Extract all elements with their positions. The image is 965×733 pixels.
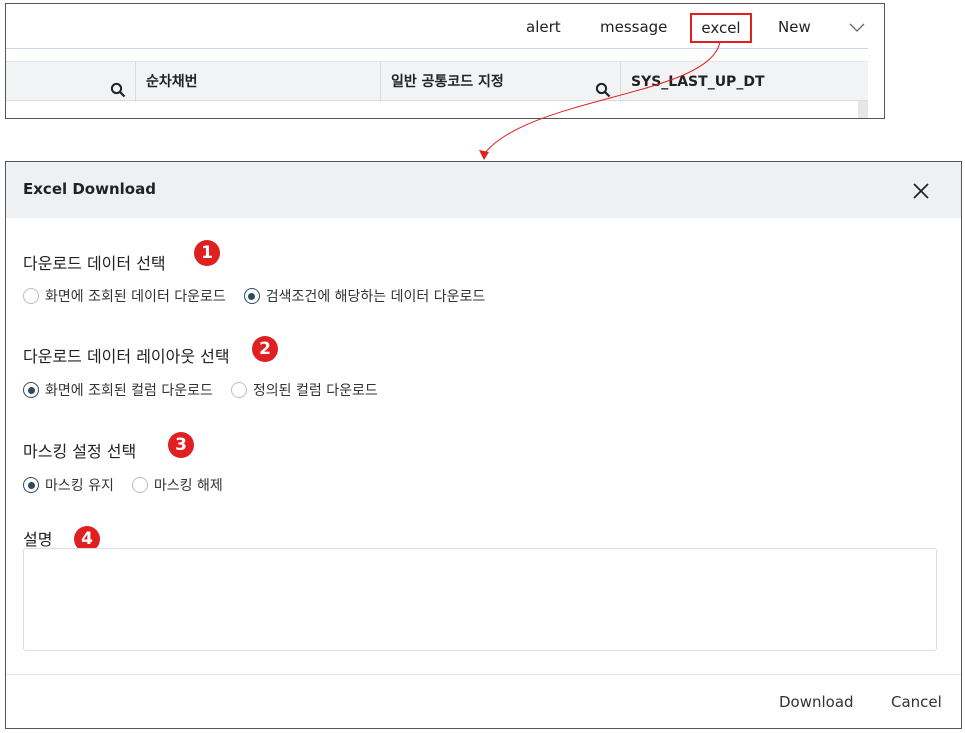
- download-button[interactable]: Download: [779, 693, 854, 711]
- radio-circle[interactable]: [23, 382, 39, 398]
- grid-header-cell[interactable]: [6, 62, 136, 102]
- radio-circle[interactable]: [23, 288, 39, 304]
- radio-circle[interactable]: [230, 382, 247, 398]
- masking-section-title: 마스킹 설정 선택: [23, 442, 137, 461]
- description-section-title: 설명: [23, 530, 53, 549]
- radio-screen-columns[interactable]: 화면에 조회된 컬럼 다운로드: [23, 380, 213, 400]
- new-button[interactable]: New: [778, 18, 811, 36]
- radio-circle[interactable]: [131, 477, 148, 493]
- radio-label: 화면에 조회된 컬럼 다운로드: [45, 383, 213, 399]
- grid-snippet: alert message excel New 순차채번 일반 공통코드 지정 …: [5, 3, 885, 119]
- toolbar-divider: [6, 48, 868, 49]
- dialog-title: Excel Download: [23, 180, 156, 198]
- radio-label: 검색조건에 해당하는 데이터 다운로드: [265, 289, 486, 305]
- cancel-button[interactable]: Cancel: [891, 693, 942, 711]
- step-badge: 2: [252, 336, 278, 362]
- message-button[interactable]: message: [600, 18, 667, 36]
- grid-header-row: 순차채번 일반 공통코드 지정 SYS_LAST_UP_DT: [6, 61, 868, 102]
- layout-section-title: 다운로드 데이터 레이아웃 선택: [23, 347, 230, 366]
- radio-keep-masking[interactable]: 마스킹 유지: [23, 475, 114, 495]
- excel-download-dialog: Excel Download 다운로드 데이터 선택 1 화면에 조회된 데이터…: [5, 161, 962, 729]
- radio-label: 화면에 조회된 데이터 다운로드: [45, 289, 226, 305]
- chevron-down-icon[interactable]: [848, 18, 866, 36]
- radio-remove-masking[interactable]: 마스킹 해제: [131, 475, 223, 495]
- step-badge: 3: [168, 432, 194, 458]
- description-textarea[interactable]: [23, 548, 937, 651]
- close-icon[interactable]: [910, 180, 932, 202]
- radio-circle[interactable]: [23, 477, 39, 493]
- grid-header-cell[interactable]: 순차채번: [136, 62, 381, 102]
- vertical-scrollbar[interactable]: [858, 101, 868, 118]
- grid-header-label: 순차채번: [146, 74, 198, 90]
- radio-screen-data[interactable]: 화면에 조회된 데이터 다운로드: [23, 286, 226, 306]
- download-data-radio-group: 화면에 조회된 데이터 다운로드 검색조건에 해당하는 데이터 다운로드: [23, 286, 503, 306]
- callout-arrow: [479, 41, 721, 160]
- radio-label: 마스킹 해제: [153, 478, 223, 494]
- grid-toolbar: alert message excel New: [6, 4, 884, 50]
- step-badge: 1: [194, 240, 220, 266]
- alert-button[interactable]: alert: [526, 18, 561, 36]
- radio-circle[interactable]: [243, 288, 260, 304]
- radio-label: 정의된 컬럼 다운로드: [252, 383, 378, 399]
- download-data-section-title: 다운로드 데이터 선택: [23, 254, 166, 273]
- footer-divider: [6, 674, 961, 675]
- dialog-header: Excel Download: [6, 162, 961, 218]
- search-icon[interactable]: [110, 74, 126, 98]
- radio-search-condition-data[interactable]: 검색조건에 해당하는 데이터 다운로드: [243, 286, 486, 306]
- layout-radio-group: 화면에 조회된 컬럼 다운로드 정의된 컬럼 다운로드: [23, 380, 396, 400]
- masking-radio-group: 마스킹 유지 마스킹 해제: [23, 475, 241, 495]
- radio-defined-columns[interactable]: 정의된 컬럼 다운로드: [230, 380, 378, 400]
- radio-label: 마스킹 유지: [45, 478, 114, 494]
